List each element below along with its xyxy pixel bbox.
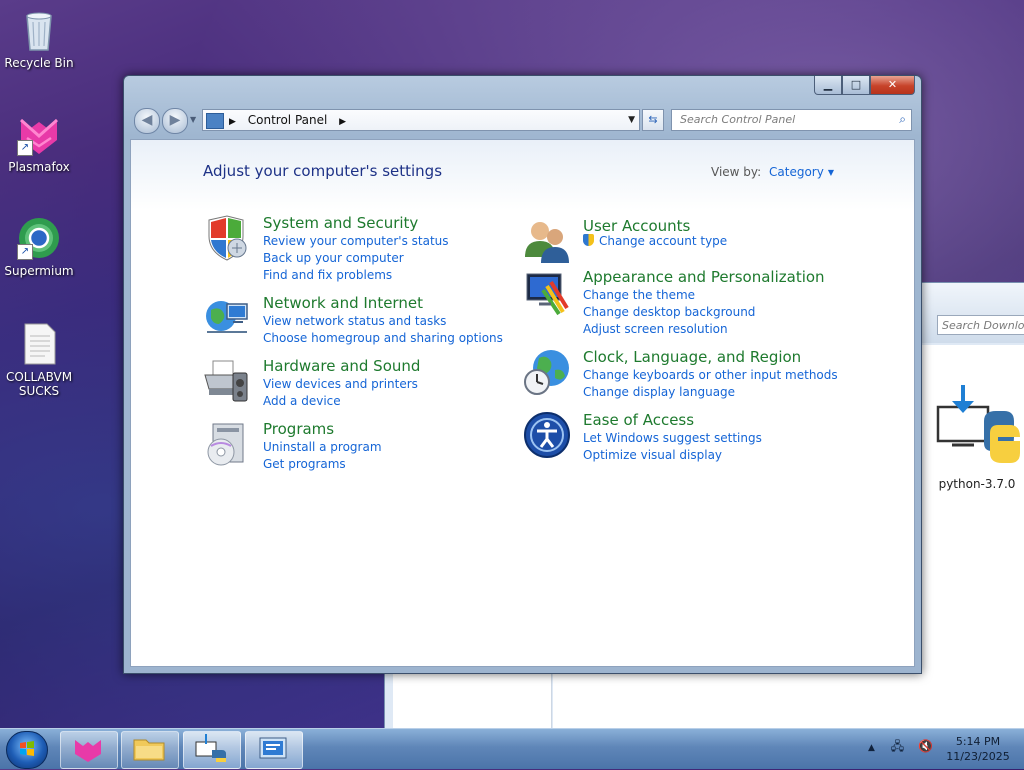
clock-time: 5:14 PM [955, 735, 1001, 748]
folder-icon [133, 739, 165, 761]
view-by-label: View by: [711, 165, 762, 179]
forward-button[interactable]: ▶ [162, 108, 188, 134]
category-title[interactable]: Network and Internet [263, 294, 423, 312]
shortcut-arrow-icon: ↗ [17, 140, 33, 156]
address-dropdown-icon[interactable]: ▼ [628, 110, 635, 130]
python-installer-icon [195, 734, 226, 762]
volume-muted-icon[interactable]: 🔇 [918, 739, 933, 753]
desktop-icon-label: Supermium [4, 264, 74, 278]
shortcut-arrow-icon: ↗ [17, 244, 33, 260]
desktop-icon-supermium[interactable]: ↗ Supermium [1, 216, 77, 278]
taskbar-downloads-python[interactable] [183, 731, 241, 769]
file-label: python-3.7.0 [938, 477, 1016, 491]
search-icon[interactable]: ⌕ [899, 112, 906, 127]
ease-of-access-icon [523, 411, 571, 459]
clock-date: 11/23/2025 [946, 750, 1010, 763]
link-get-programs[interactable]: Get programs [263, 457, 346, 471]
control-panel-icon [206, 113, 224, 129]
link-optimize-display[interactable]: Optimize visual display [583, 448, 722, 462]
taskbar: ▲ 🖧 🔇 5:14 PM 11/23/2025 [0, 728, 1024, 769]
link-change-theme[interactable]: Change the theme [583, 288, 695, 302]
link-keyboards-input[interactable]: Change keyboards or other input methods [583, 368, 838, 382]
recent-pages-dropdown-icon[interactable]: ▼ [190, 115, 196, 124]
control-panel-window[interactable]: ▁ □ ✕ ◀ ▶ ▼ ▶ Control Panel ▶ ▼ ⇆ Search… [123, 75, 922, 674]
show-hidden-icons-icon[interactable]: ▲ [868, 743, 875, 753]
desktop-icon-text-file[interactable]: COLLABVM SUCKS [1, 322, 77, 398]
link-label: Change account type [599, 234, 728, 248]
breadcrumb: ▶ Control Panel ▶ [229, 110, 346, 132]
link-devices-printers[interactable]: View devices and printers [263, 377, 418, 391]
globe-network-icon [203, 294, 251, 342]
printer-speaker-icon [203, 357, 251, 405]
search-placeholder: Search Control Panel [680, 113, 796, 126]
link-suggest-settings[interactable]: Let Windows suggest settings [583, 431, 762, 445]
recycle-bin-icon [17, 8, 61, 52]
start-button[interactable] [6, 731, 48, 769]
window-caption-buttons: ▁ □ ✕ [814, 76, 915, 96]
category-title[interactable]: Programs [263, 420, 334, 438]
refresh-button[interactable]: ⇆ [642, 109, 664, 131]
category-title[interactable]: System and Security [263, 214, 418, 232]
control-panel-icon [259, 737, 287, 759]
breadcrumb-item-control-panel[interactable]: Control Panel [248, 113, 328, 127]
link-add-device[interactable]: Add a device [263, 394, 341, 408]
control-panel-content: Adjust your computer's settings View by:… [130, 139, 915, 667]
globe-clock-icon [523, 348, 571, 396]
taskbar-plasmafox[interactable] [60, 731, 118, 769]
view-by-value: Category [769, 165, 824, 179]
link-change-account-type[interactable]: Change account type [583, 234, 727, 248]
category-title[interactable]: Hardware and Sound [263, 357, 420, 375]
shield-icon [203, 214, 251, 262]
taskbar-file-explorer[interactable] [121, 731, 179, 769]
link-homegroup-sharing[interactable]: Choose homegroup and sharing options [263, 331, 503, 345]
taskbar-control-panel[interactable] [245, 731, 303, 769]
link-review-status[interactable]: Review your computer's status [263, 234, 449, 248]
category-title[interactable]: Clock, Language, and Region [583, 348, 801, 366]
taskbar-clock[interactable]: 5:14 PM 11/23/2025 [938, 734, 1018, 764]
category-title[interactable]: User Accounts [583, 217, 690, 235]
link-backup[interactable]: Back up your computer [263, 251, 404, 265]
category-title[interactable]: Ease of Access [583, 411, 694, 429]
desktop-icon-plasmafox[interactable]: ↗ Plasmafox [1, 112, 77, 174]
text-document-icon [17, 322, 61, 366]
network-icon[interactable]: 🖧 [891, 739, 904, 753]
programs-cd-icon [203, 420, 251, 468]
link-find-fix-problems[interactable]: Find and fix problems [263, 268, 392, 282]
notification-area: ▲ 🖧 🔇 [868, 737, 933, 758]
breadcrumb-chevron-icon[interactable]: ▶ [339, 117, 346, 127]
uac-shield-icon [583, 234, 594, 246]
windows-logo-icon [20, 741, 34, 756]
desktop-icon-label: COLLABVM SUCKS [5, 370, 73, 398]
link-screen-resolution[interactable]: Adjust screen resolution [583, 322, 728, 336]
desktop-icon-label: Recycle Bin [4, 56, 74, 70]
users-icon [523, 217, 571, 265]
search-input[interactable]: Search Control Panel ⌕ [671, 109, 912, 131]
background-search-input[interactable]: Search Downloads [937, 315, 1024, 335]
supermium-icon: ↗ [17, 216, 61, 260]
link-display-language[interactable]: Change display language [583, 385, 735, 399]
address-bar[interactable]: ▶ Control Panel ▶ ▼ [202, 109, 640, 131]
link-desktop-background[interactable]: Change desktop background [583, 305, 755, 319]
close-button[interactable]: ✕ [870, 76, 915, 95]
breadcrumb-chevron-icon[interactable]: ▶ [229, 117, 236, 127]
link-uninstall-program[interactable]: Uninstall a program [263, 440, 382, 454]
desktop-icon-recycle-bin[interactable]: Recycle Bin [1, 8, 77, 70]
link-network-status[interactable]: View network status and tasks [263, 314, 446, 328]
page-title: Adjust your computer's settings [203, 162, 443, 180]
dropdown-arrow-icon: ▼ [827, 168, 834, 177]
plasmafox-icon: ↗ [17, 112, 61, 156]
monitor-palette-icon [523, 268, 571, 316]
view-by-dropdown[interactable]: Category ▼ [769, 165, 834, 179]
minimize-button[interactable]: ▁ [814, 76, 842, 95]
category-title[interactable]: Appearance and Personalization [583, 268, 825, 286]
python-installer-icon [932, 383, 1022, 473]
plasmafox-icon [75, 740, 101, 762]
maximize-button[interactable]: □ [842, 76, 870, 95]
back-button[interactable]: ◀ [134, 108, 160, 134]
desktop-icon-label: Plasmafox [8, 160, 70, 174]
file-item-python[interactable]: python-3.7.0 [929, 383, 1024, 491]
